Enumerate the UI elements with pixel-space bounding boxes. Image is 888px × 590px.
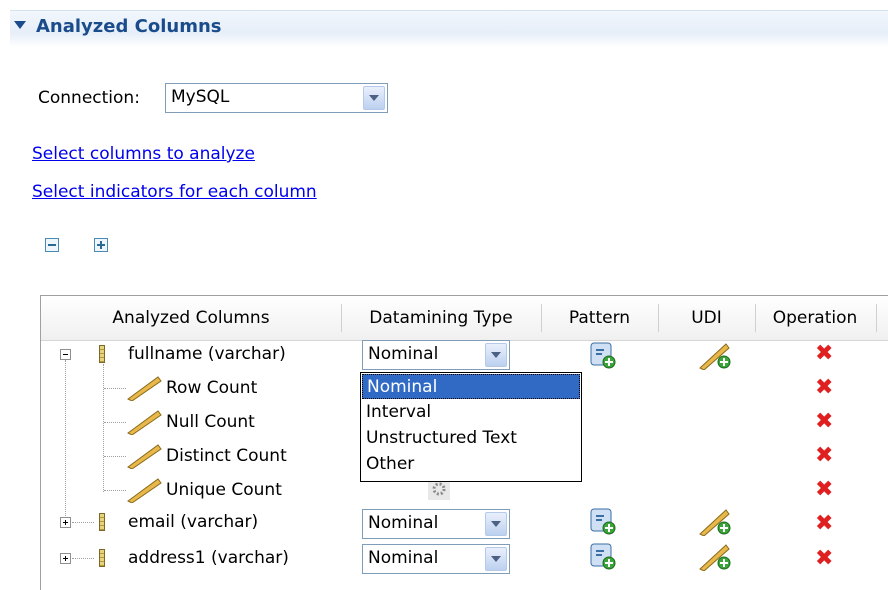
header-udi[interactable]: UDI [658,296,755,340]
chevron-down-icon[interactable] [485,547,507,571]
pattern-add-icon[interactable] [588,340,618,370]
datamining-type-select[interactable]: Nominal [362,509,510,539]
chevron-down-icon[interactable] [485,512,507,536]
delete-icon[interactable]: ✖ [815,513,833,535]
indicator-ruler-icon [127,376,162,401]
connection-select[interactable]: MySQL [165,83,388,113]
datamining-type-select[interactable]: Nominal [362,544,510,574]
connection-select-value: MySQL [171,87,230,107]
column-name[interactable]: fullname (varchar) [128,344,286,364]
delete-icon[interactable]: ✖ [815,411,833,433]
udi-add-icon[interactable] [698,340,732,370]
datamining-type-dropdown: Nominal Interval Unstructured Text Other [360,372,582,482]
section-title: Analyzed Columns [36,16,222,37]
header-datamining-type[interactable]: Datamining Type [341,296,541,340]
tree-line [104,388,126,389]
select-columns-link[interactable]: Select columns to analyze [32,144,255,164]
column-icon [99,345,105,363]
table-header: Analyzed Columns Datamining Type Pattern… [41,296,888,341]
indicator-ruler-icon [127,478,162,503]
tree-line [72,558,94,559]
indicator-name[interactable]: Unique Count [166,480,282,500]
column-icon [99,513,105,531]
indicator-name[interactable]: Row Count [166,378,257,398]
section-toggle[interactable]: Analyzed Columns [14,16,221,37]
tree-line [103,364,104,492]
dropdown-option[interactable]: Nominal [362,374,580,399]
udi-add-icon[interactable] [698,506,732,536]
pattern-add-icon[interactable] [588,506,618,536]
expand-all-icon[interactable] [94,238,108,252]
tree-line [104,456,126,457]
tree-line [72,522,94,523]
dropdown-option[interactable]: Interval [362,400,580,425]
header-analyzed-columns[interactable]: Analyzed Columns [41,296,341,340]
datamining-type-select[interactable]: Nominal [362,340,510,370]
dropdown-option[interactable]: Other [362,452,580,477]
collapse-triangle-icon[interactable] [14,21,26,29]
dropdown-option[interactable]: Unstructured Text [362,426,580,451]
select-indicators-link[interactable]: Select indicators for each column [32,182,317,202]
column-icon [99,549,105,567]
expand-node-icon[interactable] [60,553,71,564]
collapse-node-icon[interactable] [60,349,71,360]
header-pattern[interactable]: Pattern [541,296,658,340]
indicator-name[interactable]: Null Count [166,412,255,432]
tree-line [104,490,126,491]
pattern-add-icon[interactable] [588,541,618,571]
delete-icon[interactable]: ✖ [815,377,833,399]
tree-line [65,360,66,526]
indicator-ruler-icon [127,444,162,469]
collapse-all-icon[interactable] [45,238,59,252]
indicator-ruler-icon [127,410,162,435]
chevron-down-icon[interactable] [485,343,507,367]
header-operation[interactable]: Operation [755,296,875,340]
column-name[interactable]: email (varchar) [128,512,258,532]
expand-node-icon[interactable] [60,517,71,528]
chevron-down-icon[interactable] [363,86,385,110]
delete-icon[interactable]: ✖ [815,479,833,501]
connection-label: Connection: [38,88,140,108]
delete-icon[interactable]: ✖ [815,445,833,467]
delete-icon[interactable]: ✖ [815,343,833,365]
tree-line [104,422,126,423]
delete-icon[interactable]: ✖ [815,548,833,570]
udi-add-icon[interactable] [698,541,732,571]
column-name[interactable]: address1 (varchar) [128,548,289,568]
indicator-name[interactable]: Distinct Count [166,446,287,466]
